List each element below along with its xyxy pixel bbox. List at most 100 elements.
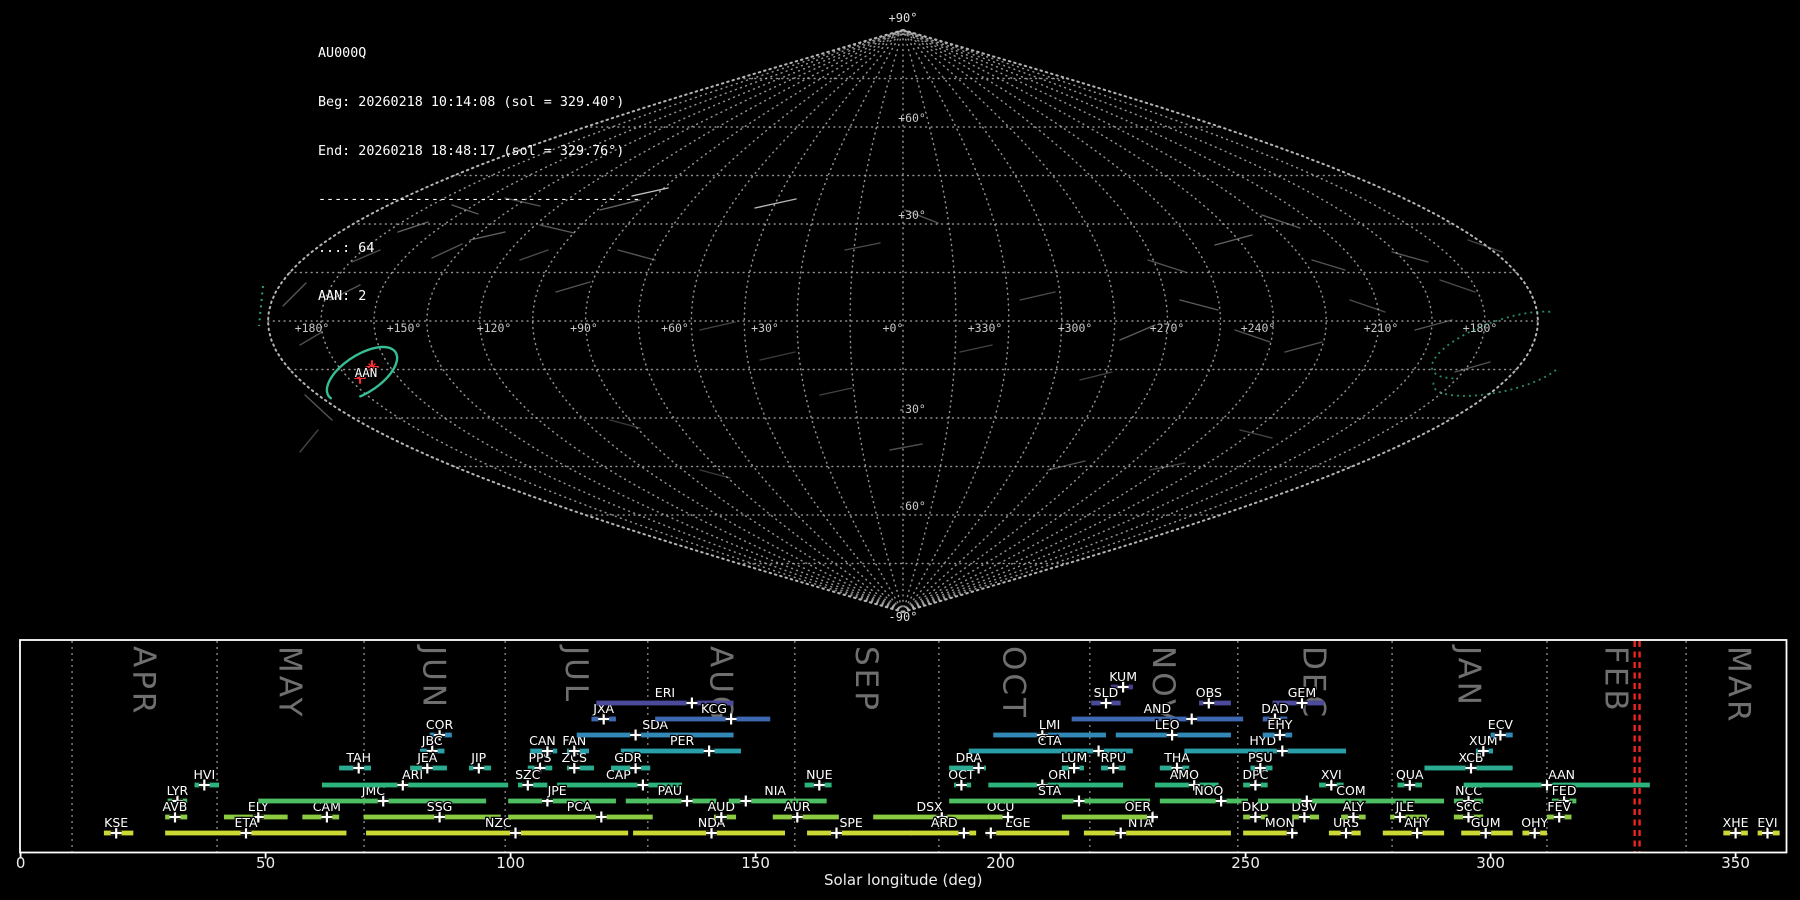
shower-label: NOO [1194, 783, 1223, 798]
peak-marker [703, 745, 715, 757]
x-tick-label: 150 [741, 854, 770, 872]
shower-label: AMO [1170, 767, 1199, 782]
peak-marker [958, 827, 970, 839]
meteor-trail [1214, 234, 1253, 246]
shower-label: FED [1552, 783, 1577, 798]
shower-bar [772, 814, 839, 820]
shower-label: AAN [1548, 767, 1575, 782]
shower-label: GEM [1288, 685, 1316, 700]
shower-label: LMI [1039, 717, 1060, 732]
shower-bar [1159, 798, 1249, 804]
shower-bar [165, 830, 347, 836]
x-tick-label: 100 [496, 854, 525, 872]
longitude-label: +330° [968, 321, 1003, 335]
shower-label: PER [670, 733, 694, 748]
latitude-label: +30° [898, 208, 926, 222]
meteor-trail [1019, 291, 1056, 301]
longitude-label: +60° [661, 321, 689, 335]
peak-marker [686, 697, 698, 709]
shower-label: NZC [485, 815, 512, 830]
end-time: End: 20260218 18:48:17 (sol = 329.76°) [318, 143, 625, 159]
shower-label: AHY [1404, 815, 1430, 830]
unassociated-count: ...: 64 [318, 240, 375, 256]
meteor-trail [282, 282, 307, 307]
shower-label: CAN [529, 733, 556, 748]
shower-bar [985, 830, 1070, 836]
shower-bar [807, 830, 913, 836]
shower-label: XHE [1723, 815, 1749, 830]
x-tick-label: 50 [256, 854, 275, 872]
station-id: AU000Q [318, 46, 367, 62]
meteor-trail [819, 387, 853, 396]
month-label: APR [126, 646, 162, 716]
shower-bar [363, 814, 501, 820]
meteor-trail [1179, 299, 1219, 311]
month-label: JUL [558, 644, 594, 704]
shower-label: SZC [515, 767, 540, 782]
month-label: JUN [416, 644, 452, 710]
peak-marker [1186, 713, 1198, 725]
shower-label: DAD [1261, 701, 1289, 716]
peak-marker [1276, 745, 1288, 757]
shower-label: GDR [614, 750, 642, 765]
sky-map-and-timeline: +90°-90°+60°+30°-30°-60°+180° +150° +120° +… [16, 11, 1788, 889]
latitude-label: -60° [898, 499, 926, 513]
meteor-trail [889, 443, 923, 451]
shower-label: OHY [1521, 815, 1548, 830]
shower-label: XVI [1321, 767, 1342, 782]
meteor-trail [1349, 299, 1386, 313]
header-separator: ---------------------------------------- [318, 192, 641, 208]
shower-label: SCC [1456, 799, 1482, 814]
shower-label: ALY [1343, 799, 1365, 814]
meteor-trail [754, 198, 797, 209]
north-pole-label: +90° [889, 11, 918, 25]
meteor-trail [1147, 259, 1186, 273]
shower-label: PCA [567, 799, 592, 814]
meteor-trail [1414, 319, 1453, 331]
month-label: MAY [272, 646, 308, 719]
shower-label: COR [426, 717, 454, 732]
active-shower-count: AAN: 2 [318, 289, 367, 305]
shower-label: KSE [104, 815, 128, 830]
x-axis-label: Solar longitude (deg) [824, 871, 982, 889]
shower-label: LYR [167, 783, 189, 798]
shower-label: EHY [1267, 717, 1292, 732]
meteor-trail [609, 419, 641, 429]
shower-bar [508, 798, 616, 804]
meteor-trail [1079, 371, 1113, 381]
shower-label: AUR [784, 799, 811, 814]
meteor-trail [304, 394, 333, 421]
peak-marker [1115, 827, 1127, 839]
peak-marker [637, 779, 649, 791]
meteor-trail [759, 351, 796, 361]
longitude-label: +300° [1058, 321, 1093, 335]
shower-label: ETA [234, 815, 258, 830]
x-tick-label: 250 [1231, 854, 1260, 872]
shower-label: STA [1038, 783, 1062, 798]
shower-label: JEA [416, 750, 438, 765]
peak-marker [985, 827, 997, 839]
x-tick-label: 0 [16, 854, 26, 872]
meteor-trail [1391, 251, 1429, 263]
shower-label: ERI [655, 685, 675, 700]
south-pole-label: -90° [889, 610, 918, 624]
shower-label: PAU [658, 783, 682, 798]
shower-label: JPE [547, 783, 567, 798]
shower-label: KUM [1109, 669, 1137, 684]
meteor-trail [299, 429, 319, 453]
shower-label: ECV [1488, 717, 1514, 732]
peak-marker [681, 795, 693, 807]
shower-bar [1083, 830, 1231, 836]
shower-bar [302, 814, 340, 820]
observation-header: AU000Q Beg: 20260218 10:14:08 (sol = 329… [318, 14, 640, 338]
meteor-trail [1454, 361, 1491, 373]
meteor-trail [1261, 214, 1301, 229]
shower-label: RPU [1101, 750, 1126, 765]
longitude-label: +30° [751, 321, 779, 335]
shower-label: MON [1265, 815, 1295, 830]
x-tick-label: 200 [986, 854, 1015, 872]
peak-marker [740, 795, 752, 807]
shower-label: OBS [1196, 685, 1222, 700]
shower-label: NIA [764, 783, 786, 798]
shower-bar [576, 732, 734, 738]
